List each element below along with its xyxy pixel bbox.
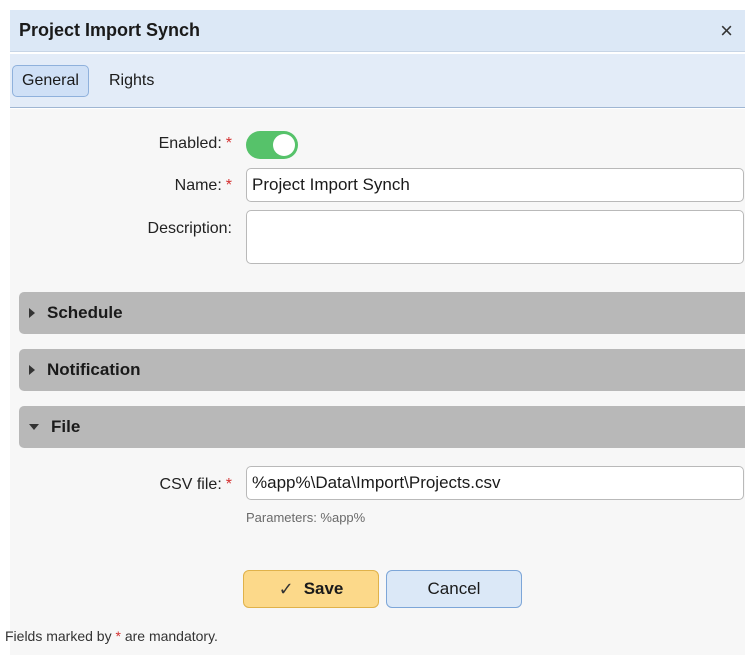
csv-file-input-value: %app%\Data\Import\Projects.csv (252, 473, 501, 492)
required-mark: * (225, 476, 232, 493)
name-label: Name: * (110, 177, 232, 195)
cancel-button-label: Cancel (427, 579, 481, 598)
csv-file-label-text: CSV file: (159, 476, 222, 493)
expand-right-icon (29, 308, 35, 318)
name-input[interactable]: Project Import Synch (246, 168, 744, 202)
enabled-label-text: Enabled: (158, 135, 222, 152)
collapse-down-icon (29, 424, 39, 430)
required-mark: * (115, 628, 121, 644)
description-input[interactable] (246, 210, 744, 264)
csv-file-input[interactable]: %app%\Data\Import\Projects.csv (246, 466, 744, 500)
section-notification-label: Notification (47, 360, 141, 379)
description-label: Description: (147, 220, 232, 237)
section-schedule-label: Schedule (47, 303, 123, 322)
section-file[interactable]: File (19, 406, 745, 448)
mandatory-fields-note: Fields marked by * are mandatory. (5, 628, 218, 644)
name-label-text: Name: (174, 177, 222, 194)
dialog-title: Project Import Synch (19, 20, 201, 40)
enabled-label: Enabled: * (110, 135, 232, 153)
tab-bar: General Rights (10, 54, 745, 108)
footer-text-before: Fields marked by (5, 628, 112, 644)
required-mark: * (225, 135, 232, 152)
tab-general[interactable]: General (12, 65, 89, 97)
section-notification[interactable]: Notification (19, 349, 745, 391)
checkmark-icon: ✓ (278, 578, 294, 599)
close-icon[interactable]: × (720, 19, 745, 42)
save-button[interactable]: ✓ Save (243, 570, 379, 608)
cancel-button[interactable]: Cancel (386, 570, 522, 608)
section-schedule[interactable]: Schedule (19, 292, 745, 334)
save-button-label: Save (303, 579, 344, 598)
toggle-knob (273, 134, 295, 156)
footer-text-after: are mandatory. (124, 628, 218, 644)
section-file-label: File (51, 417, 81, 436)
csv-file-label: CSV file: * (80, 476, 232, 494)
name-input-value: Project Import Synch (252, 175, 410, 194)
tab-rights[interactable]: Rights (109, 65, 154, 97)
enabled-toggle[interactable] (246, 131, 298, 159)
required-mark: * (225, 177, 232, 194)
expand-right-icon (29, 365, 35, 375)
project-import-dialog: Project Import Synch × General Rights En… (0, 0, 745, 655)
parameters-hint: Parameters: %app% (246, 510, 366, 525)
dialog-titlebar: Project Import Synch × (10, 10, 745, 52)
